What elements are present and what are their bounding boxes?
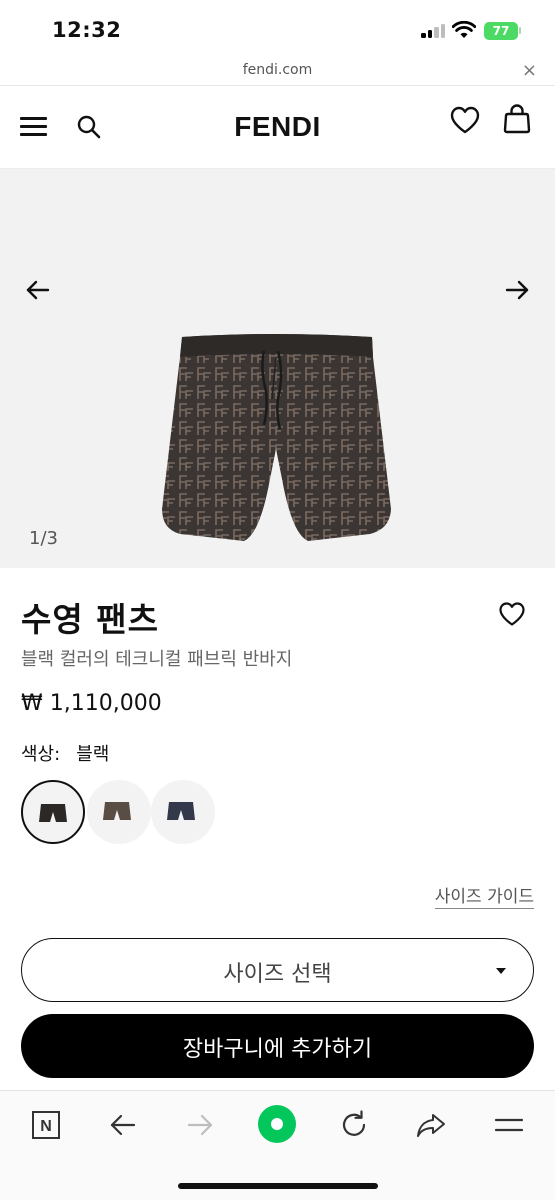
back-icon[interactable]	[107, 1109, 139, 1141]
arrow-right-icon[interactable]	[503, 276, 531, 304]
reload-icon[interactable]	[338, 1109, 370, 1141]
heart-icon[interactable]	[449, 105, 481, 135]
close-icon[interactable]: ×	[522, 60, 537, 81]
battery-nub	[519, 27, 521, 34]
color-value: 블랙	[76, 744, 110, 765]
home-icon[interactable]	[258, 1105, 296, 1143]
status-time: 12:32	[52, 18, 122, 42]
menu-lines-icon[interactable]	[493, 1109, 525, 1141]
size-select-label: 사이즈 선택	[223, 962, 332, 987]
color-label: 색상:	[21, 744, 61, 765]
naver-tabs-icon[interactable]: N	[30, 1109, 62, 1141]
home-indicator	[178, 1183, 378, 1189]
gallery-counter: 1/3	[29, 528, 58, 549]
color-swatch-black[interactable]	[21, 780, 85, 844]
size-guide-link[interactable]: 사이즈 가이드	[434, 882, 534, 909]
arrow-left-icon[interactable]	[24, 276, 52, 304]
product-price: ₩ 1,110,000	[21, 691, 162, 716]
wifi-icon	[452, 21, 476, 38]
color-swatch-navy[interactable]	[151, 780, 215, 844]
shopping-bag-icon[interactable]	[502, 103, 532, 135]
forward-icon[interactable]	[184, 1109, 216, 1141]
product-image	[162, 334, 391, 541]
url-text[interactable]: fendi.com	[0, 62, 555, 78]
color-swatch-brown[interactable]	[87, 780, 151, 844]
battery-indicator: 77	[484, 22, 518, 40]
wishlist-heart-icon[interactable]	[498, 601, 526, 627]
product-gallery[interactable]: 1/3	[0, 169, 555, 568]
product-subtitle: 블랙 컬러의 테크니컬 패브릭 반바지	[21, 649, 293, 670]
add-to-cart-button[interactable]: 장바구니에 추가하기	[21, 1014, 534, 1078]
color-row: 색상: 블랙	[21, 740, 109, 766]
size-select-dropdown[interactable]: 사이즈 선택	[21, 938, 534, 1002]
site-header: FENDI	[0, 87, 555, 169]
caret-down-icon	[496, 968, 506, 974]
url-bar[interactable]: fendi.com ×	[0, 58, 555, 86]
share-icon[interactable]	[415, 1109, 447, 1141]
svg-text:N: N	[40, 1118, 52, 1135]
product-title: 수영 팬츠	[21, 600, 159, 639]
status-bar: 12:32 77	[0, 0, 555, 60]
add-to-cart-label: 장바구니에 추가하기	[182, 1037, 373, 1062]
cellular-signal-icon	[421, 24, 447, 38]
